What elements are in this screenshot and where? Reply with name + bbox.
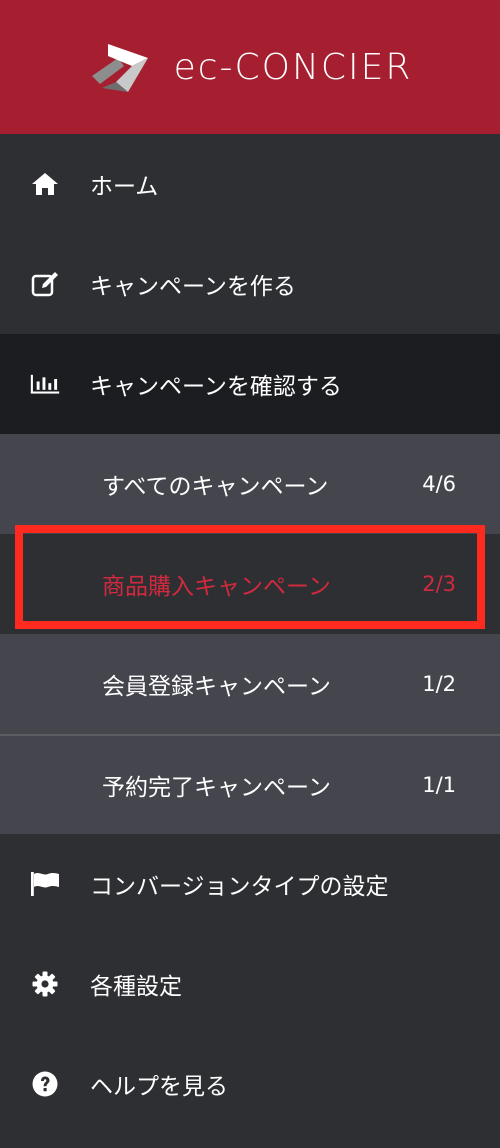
submenu-item-purchase-campaigns[interactable]: 商品購入キャンペーン 2/3 [0, 534, 500, 634]
nav-item-review-campaigns[interactable]: キャンペーンを確認する [0, 334, 500, 434]
nav-item-create-campaign[interactable]: キャンペーンを作る [0, 234, 500, 334]
submenu-count: 1/2 [422, 672, 456, 696]
edit-icon [30, 269, 60, 299]
submenu-item-registration-campaigns[interactable]: 会員登録キャンペーン 1/2 [0, 634, 500, 734]
nav-label-home: ホーム [90, 174, 159, 200]
nav-label-review-campaigns: キャンペーンを確認する [90, 374, 342, 400]
nav-label-help: ヘルプを見る [90, 1074, 228, 1100]
nav-item-settings[interactable]: 各種設定 [0, 934, 500, 1034]
flag-icon [30, 869, 60, 899]
submenu-label: すべてのキャンペーン [102, 474, 329, 500]
submenu-label: 予約完了キャンペーン [102, 775, 331, 801]
submenu-item-all-campaigns[interactable]: すべてのキャンペーン 4/6 [0, 434, 500, 534]
bar-chart-icon [30, 369, 60, 399]
gear-icon [30, 969, 60, 999]
home-icon [30, 169, 60, 199]
submenu-count: 1/1 [422, 773, 456, 797]
submenu-count: 4/6 [422, 472, 456, 496]
nav-label-settings: 各種設定 [90, 974, 182, 1000]
brand-header[interactable]: ec-CONCIER [0, 0, 500, 134]
nav-item-home[interactable]: ホーム [0, 134, 500, 234]
brand-name: ec-CONCIER [173, 46, 413, 88]
submenu-label: 商品購入キャンペーン [102, 574, 331, 600]
question-icon [30, 1069, 60, 1099]
sidebar: ec-CONCIER ホーム キャンペーンを作る キャンペーンを確認する すべて… [0, 0, 500, 1148]
nav-label-create-campaign: キャンペーンを作る [90, 274, 296, 300]
submenu-item-reservation-campaigns[interactable]: 予約完了キャンペーン 1/1 [0, 734, 500, 834]
nav-label-conversion-settings: コンバージョンタイプの設定 [90, 874, 389, 900]
nav-item-conversion-settings[interactable]: コンバージョンタイプの設定 [0, 834, 500, 934]
submenu-label: 会員登録キャンペーン [102, 674, 331, 700]
nav-item-help[interactable]: ヘルプを見る [0, 1034, 500, 1134]
submenu-count: 2/3 [422, 572, 456, 596]
logo-icon [91, 44, 148, 92]
